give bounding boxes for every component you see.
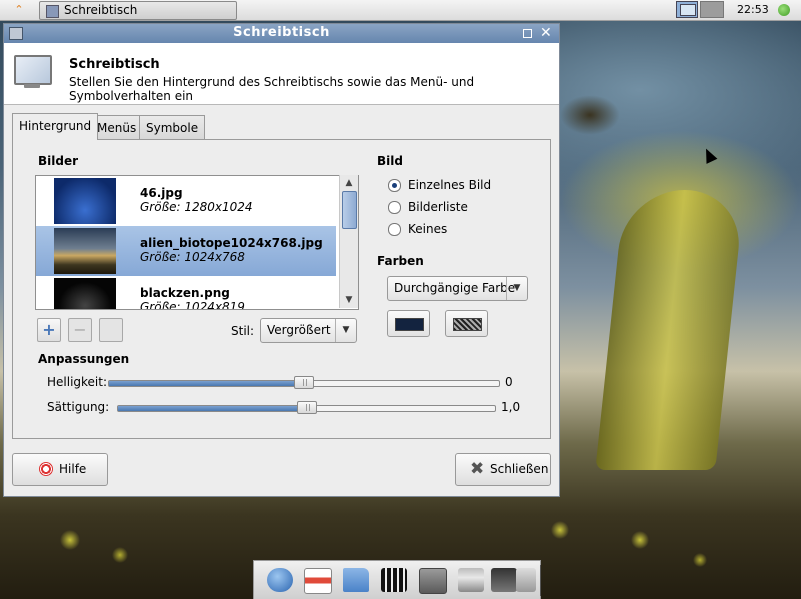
lifebuoy-icon xyxy=(39,462,53,476)
secondary-color-button[interactable] xyxy=(445,310,488,337)
tab-icons[interactable]: Symbole xyxy=(139,115,206,139)
remove-image-button[interactable]: − xyxy=(68,318,92,342)
printer-icon[interactable] xyxy=(458,568,484,592)
window-titlebar[interactable]: Schreibtisch ✕ xyxy=(4,24,559,43)
color-swatch xyxy=(395,318,424,331)
drive-icon[interactable] xyxy=(516,568,536,592)
workspace-1[interactable] xyxy=(676,1,698,18)
taskbar-window-button[interactable]: Schreibtisch xyxy=(39,1,237,20)
image-size: Größe: 1280x1024 xyxy=(140,200,253,214)
pattern-swatch xyxy=(453,318,482,331)
radio-indicator xyxy=(388,223,401,236)
image-thumbnail xyxy=(54,278,116,309)
power-icon[interactable] xyxy=(778,4,790,16)
scroll-down-icon[interactable]: ▼ xyxy=(340,292,358,308)
color-mode-combobox[interactable]: Durchgängige Farbe ▼ xyxy=(387,276,528,301)
image-list[interactable]: 46.jpg Größe: 1280x1024 alien_biotope102… xyxy=(35,175,359,310)
brightness-value: 0 xyxy=(505,375,513,389)
adjustments-section-title: Anpassungen xyxy=(38,352,130,366)
scroll-up-icon[interactable]: ▲ xyxy=(340,175,358,191)
top-panel: ⌃ Schreibtisch 22:53 xyxy=(0,0,801,21)
brightness-slider-handle[interactable] xyxy=(294,376,314,389)
saturation-value: 1,0 xyxy=(501,400,521,414)
image-name: blackzen.png xyxy=(140,286,230,300)
list-item-selected[interactable]: alien_biotope1024x768.jpg Größe: 1024x76… xyxy=(36,226,336,276)
clapperboard-icon[interactable] xyxy=(381,568,407,592)
application-dock xyxy=(253,560,541,599)
brightness-slider[interactable] xyxy=(108,376,500,389)
desktop-settings-window: Schreibtisch ✕ Schreibtisch Stellen Sie … xyxy=(3,23,560,497)
radio-label: Keines xyxy=(408,222,448,236)
chevron-down-icon: ▼ xyxy=(335,319,356,342)
maximize-icon[interactable] xyxy=(523,29,532,38)
radio-label: Bilderliste xyxy=(408,200,468,214)
taskbar-window-label: Schreibtisch xyxy=(64,3,138,17)
image-thumbnail xyxy=(54,228,116,274)
image-name: alien_biotope1024x768.jpg xyxy=(140,236,323,250)
window-title: Schreibtisch xyxy=(233,25,330,40)
brightness-slider-fill xyxy=(109,381,304,386)
window-app-icon xyxy=(46,5,59,18)
workspace-pager[interactable] xyxy=(676,1,724,18)
help-button-label: Hilfe xyxy=(59,462,87,476)
dialog-header: Schreibtisch Stellen Sie den Hintergrund… xyxy=(4,43,559,105)
radio-indicator xyxy=(388,201,401,214)
calendar-icon[interactable] xyxy=(304,568,332,594)
image-name: 46.jpg xyxy=(140,186,183,200)
colors-section-title: Farben xyxy=(377,254,424,268)
workspace-2[interactable] xyxy=(700,1,724,18)
help-button[interactable]: Hilfe xyxy=(12,453,108,486)
image-section-title: Bild xyxy=(377,154,403,168)
radio-label: Einzelnes Bild xyxy=(408,178,492,192)
close-button[interactable]: ✖ Schließen xyxy=(455,453,551,486)
style-value: Vergrößert xyxy=(267,323,331,337)
brightness-label: Helligkeit: xyxy=(47,375,108,389)
image-size: Größe: 1024x819 xyxy=(140,300,245,310)
tab-background[interactable]: Hintergrund xyxy=(12,113,99,140)
monitor-icon xyxy=(12,53,52,91)
main-menu-icon[interactable]: ⌃ xyxy=(12,3,26,17)
image-list-scrollbar[interactable]: ▲ ▼ xyxy=(339,175,358,308)
radio-image-list[interactable]: Bilderliste xyxy=(388,199,548,215)
globe-icon[interactable] xyxy=(267,568,293,592)
close-icon: ✖ xyxy=(470,459,485,479)
list-item[interactable]: blackzen.png Größe: 1024x819 xyxy=(36,276,336,310)
list-item[interactable]: 46.jpg Größe: 1280x1024 xyxy=(36,176,336,226)
terminal-icon[interactable] xyxy=(419,568,447,594)
saturation-slider-handle[interactable] xyxy=(296,401,317,414)
clock[interactable]: 22:53 xyxy=(737,0,769,19)
images-section-title: Bilder xyxy=(38,154,79,168)
close-icon[interactable]: ✕ xyxy=(540,24,552,42)
saturation-label: Sättigung: xyxy=(47,400,110,414)
header-description: Stellen Sie den Hintergrund des Schreibt… xyxy=(69,75,475,103)
dock-separator xyxy=(540,565,541,596)
folder-icon[interactable] xyxy=(343,568,369,592)
color-mode-value: Durchgängige Farbe xyxy=(394,281,516,295)
radio-single-image[interactable]: Einzelnes Bild xyxy=(388,177,548,193)
image-size: Größe: 1024x768 xyxy=(140,250,245,264)
wallpaper-creature xyxy=(560,95,620,135)
add-image-button[interactable]: + xyxy=(37,318,61,342)
saturation-slider-fill xyxy=(118,406,307,411)
properties-button[interactable] xyxy=(99,318,123,342)
scrollbar-thumb[interactable] xyxy=(342,191,357,229)
close-button-label: Schließen xyxy=(490,462,549,476)
header-title: Schreibtisch xyxy=(69,57,160,72)
saturation-slider[interactable] xyxy=(117,401,496,414)
primary-color-button[interactable] xyxy=(387,310,430,337)
radio-none[interactable]: Keines xyxy=(388,221,548,237)
image-thumbnail xyxy=(54,178,116,224)
background-tab-panel: Bilder 46.jpg Größe: 1280x1024 alien_bio… xyxy=(12,139,551,439)
chevron-down-icon: ▼ xyxy=(506,277,527,300)
style-label: Stil: xyxy=(231,324,255,338)
radio-indicator xyxy=(388,179,401,192)
style-combobox[interactable]: Vergrößert ▼ xyxy=(260,318,357,343)
network-icon[interactable] xyxy=(491,568,517,592)
